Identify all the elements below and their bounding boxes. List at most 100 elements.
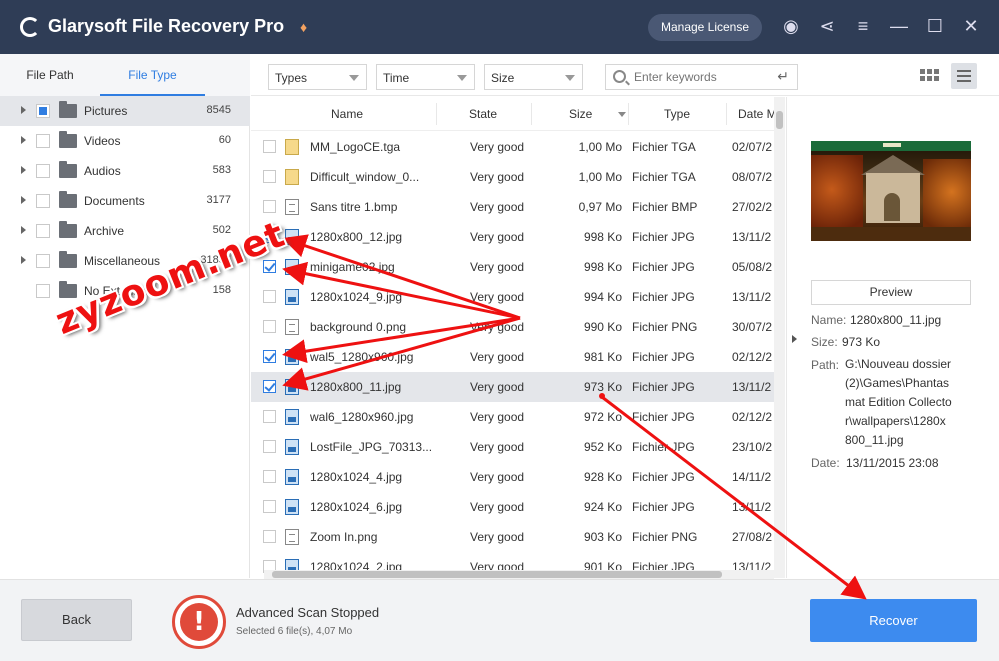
file-jpg-icon xyxy=(285,379,299,395)
vertical-scrollbar[interactable] xyxy=(774,97,785,578)
row-checkbox[interactable] xyxy=(263,380,276,393)
category-item[interactable]: Videos 60 xyxy=(0,126,250,156)
share-icon[interactable]: ⋖ xyxy=(815,14,839,38)
row-checkbox[interactable] xyxy=(263,470,276,483)
table-row[interactable]: Sans titre 1.bmp Very good 0,97 Mo Fichier … xyxy=(251,192,785,222)
column-date[interactable]: Date M xyxy=(738,107,777,121)
file-doc-icon xyxy=(285,529,299,545)
category-label: Archive xyxy=(84,224,125,238)
category-checkbox[interactable] xyxy=(36,224,50,238)
maximize-icon[interactable]: ☐ xyxy=(923,14,947,38)
row-checkbox[interactable] xyxy=(263,350,276,363)
category-checkbox[interactable] xyxy=(36,104,50,118)
close-icon[interactable]: ✕ xyxy=(959,14,983,38)
types-dropdown-label: Types xyxy=(275,71,308,85)
file-date: 23/10/2 xyxy=(732,440,773,454)
search-input[interactable] xyxy=(634,69,764,85)
category-label: Audios xyxy=(84,164,121,178)
table-row[interactable]: 1280x800_11.jpg Very good 973 Ko Fichier JP… xyxy=(251,372,785,402)
file-jpg-icon xyxy=(285,439,299,455)
size-dropdown[interactable]: Size xyxy=(484,64,583,90)
expand-arrow-icon[interactable] xyxy=(21,226,26,234)
file-type: Fichier BMP xyxy=(632,200,698,214)
column-size[interactable]: Size xyxy=(569,107,592,121)
expand-arrow-icon[interactable] xyxy=(21,136,26,144)
table-row[interactable]: wal5_1280x960.jpg Very good 981 Ko Fichier … xyxy=(251,342,785,372)
types-dropdown[interactable]: Types xyxy=(268,64,367,90)
table-header: Name State Size Type Date M xyxy=(251,97,785,131)
file-state: Very good xyxy=(470,260,525,274)
category-checkbox[interactable] xyxy=(36,134,50,148)
file-state: Very good xyxy=(470,440,525,454)
category-item[interactable]: Audios 583 xyxy=(0,156,250,186)
enter-icon[interactable]: ↵ xyxy=(777,68,789,85)
file-date: 27/02/2 xyxy=(732,200,773,214)
category-item[interactable]: Pictures 8545 xyxy=(0,96,250,126)
app-title: Glarysoft File Recovery Pro xyxy=(48,16,285,36)
preview-date: 13/11/2015 23:08 xyxy=(846,456,939,470)
table-row[interactable]: background 0.png Very good 990 Ko Fichier P… xyxy=(251,312,785,342)
column-state[interactable]: State xyxy=(469,107,497,121)
category-checkbox[interactable] xyxy=(36,284,50,298)
expand-arrow-icon[interactable] xyxy=(21,196,26,204)
table-row[interactable]: MM_LogoCE.tga Very good 1,00 Mo Fichier TGA… xyxy=(251,132,785,162)
account-icon[interactable]: ◉ xyxy=(779,14,803,38)
warning-icon: ! xyxy=(172,595,226,649)
row-checkbox[interactable] xyxy=(263,290,276,303)
file-date: 02/07/2 xyxy=(732,140,773,154)
row-checkbox[interactable] xyxy=(263,440,276,453)
row-checkbox[interactable] xyxy=(263,500,276,513)
table-row[interactable]: 1280x800_12.jpg Very good 998 Ko Fichier JP… xyxy=(251,222,785,252)
column-divider xyxy=(531,103,532,125)
list-view-icon[interactable] xyxy=(951,63,977,89)
table-row[interactable]: Zoom In.png Very good 903 Ko Fichier PNG 27/… xyxy=(251,522,785,552)
column-name[interactable]: Name xyxy=(331,107,363,121)
tab-file-path[interactable]: File Path xyxy=(0,54,100,96)
category-item[interactable]: Documents 3177 xyxy=(0,186,250,216)
expand-arrow-icon[interactable] xyxy=(21,106,26,114)
row-checkbox[interactable] xyxy=(263,200,276,213)
scroll-thumb[interactable] xyxy=(272,571,722,578)
back-button[interactable]: Back xyxy=(21,599,132,641)
file-state: Very good xyxy=(470,500,525,514)
file-type: Fichier JPG xyxy=(632,410,695,424)
manage-license-button[interactable]: Manage License xyxy=(648,14,762,41)
time-dropdown[interactable]: Time xyxy=(376,64,475,90)
horizontal-scrollbar[interactable] xyxy=(264,570,774,579)
file-date: 27/08/2 xyxy=(732,530,773,544)
tab-file-type[interactable]: File Type xyxy=(100,54,205,96)
folder-icon xyxy=(59,191,77,208)
recover-button[interactable]: Recover xyxy=(810,599,977,642)
collapse-preview-toggle[interactable] xyxy=(786,97,800,578)
table-row[interactable]: 1280x1024_4.jpg Very good 928 Ko Fichier JP… xyxy=(251,462,785,492)
table-row[interactable]: Difficult_window_0... Very good 1,00 Mo Fic… xyxy=(251,162,785,192)
file-jpg-icon xyxy=(285,469,299,485)
row-checkbox[interactable] xyxy=(263,530,276,543)
row-checkbox[interactable] xyxy=(263,140,276,153)
category-checkbox[interactable] xyxy=(36,194,50,208)
category-checkbox[interactable] xyxy=(36,164,50,178)
table-row[interactable]: 1280x1024_9.jpg Very good 994 Ko Fichier JP… xyxy=(251,282,785,312)
row-checkbox[interactable] xyxy=(263,170,276,183)
column-type[interactable]: Type xyxy=(664,107,690,121)
grid-view-icon[interactable] xyxy=(920,66,942,88)
row-checkbox[interactable] xyxy=(263,410,276,423)
file-date: 02/12/2 xyxy=(732,350,773,364)
table-row[interactable]: 1280x1024_6.jpg Very good 924 Ko Fichier JP… xyxy=(251,492,785,522)
table-row[interactable]: wal6_1280x960.jpg Very good 972 Ko Fichier … xyxy=(251,402,785,432)
menu-icon[interactable]: ≡ xyxy=(851,14,875,38)
title-bar: Glarysoft File Recovery Pro ♦ Manage Lic… xyxy=(0,0,999,54)
expand-arrow-icon[interactable] xyxy=(21,166,26,174)
minimize-icon[interactable]: — xyxy=(887,14,911,38)
filter-toolbar: Types Time Size ↵ xyxy=(251,54,999,96)
row-checkbox[interactable] xyxy=(263,320,276,333)
scroll-thumb[interactable] xyxy=(776,111,783,129)
file-type: Fichier JPG xyxy=(632,230,695,244)
table-row[interactable]: LostFile_JPG_70313... Very good 952 Ko Fich… xyxy=(251,432,785,462)
file-doc-icon xyxy=(285,319,299,335)
expand-arrow-icon[interactable] xyxy=(21,256,26,264)
table-row[interactable]: minigame02.jpg Very good 998 Ko Fichier JPG… xyxy=(251,252,785,282)
file-size: 1,00 Mo xyxy=(578,170,622,184)
preview-button[interactable]: Preview xyxy=(811,280,971,305)
category-checkbox[interactable] xyxy=(36,254,50,268)
